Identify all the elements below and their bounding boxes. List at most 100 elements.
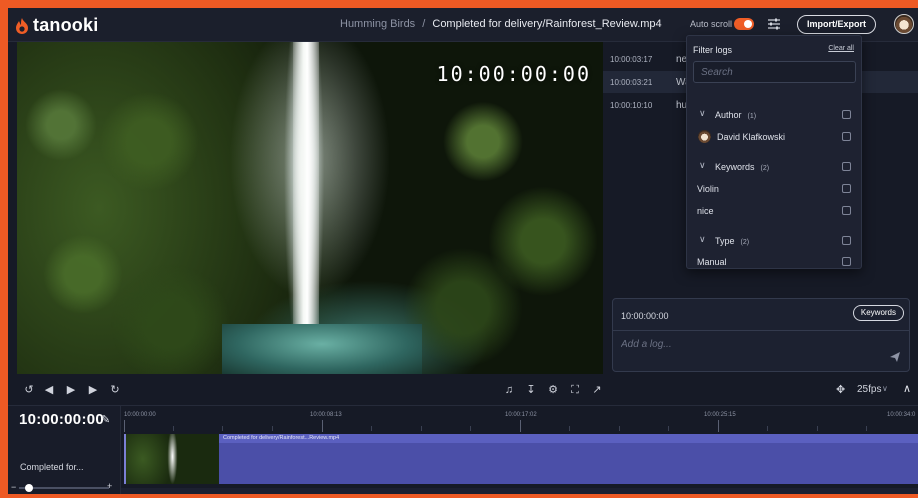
ruler-label: 10:00:17:02 <box>505 412 537 418</box>
checkbox[interactable] <box>842 257 851 266</box>
filter-item-label: David Klafkowski <box>717 132 786 142</box>
volume-icon[interactable]: ♫ <box>502 383 516 397</box>
timeline-clip[interactable]: Completed for delivery/Rainforest...Revi… <box>124 434 918 484</box>
clear-all-link[interactable]: Clear all <box>828 45 854 52</box>
ruler-tick <box>173 426 174 431</box>
checkbox[interactable] <box>842 184 851 193</box>
app-window: tanooki Humming Birds / Completed for de… <box>8 8 918 494</box>
group-count: (1) <box>747 113 757 120</box>
track-name: Completed for... <box>20 462 84 472</box>
log-input[interactable] <box>621 339 881 350</box>
timeline-ruler[interactable]: 10:00:00:00 10:00:08:13 10:00:17:02 10:0… <box>121 406 918 432</box>
filter-group-keywords[interactable]: ∨ Keywords (2) <box>687 157 863 177</box>
frame-split-icon[interactable]: ✥ <box>836 383 845 396</box>
filter-item-author[interactable]: David Klafkowski <box>687 127 863 147</box>
group-count: (2) <box>760 165 770 172</box>
send-icon[interactable] <box>889 351 901 363</box>
user-avatar[interactable] <box>894 14 914 34</box>
filter-item-label: nice <box>697 206 714 216</box>
filter-group-author[interactable]: ∨ Author (1) <box>687 105 863 125</box>
fps-select[interactable]: 25fps <box>857 384 881 395</box>
collapse-chevron-up-icon[interactable]: ∧ <box>903 382 911 395</box>
chevron-down-icon[interactable]: ∨ <box>882 384 888 393</box>
settings-gear-icon[interactable]: ⚙ <box>546 383 560 397</box>
filter-item-keyword[interactable]: nice <box>687 201 863 221</box>
breadcrumb-separator: / <box>422 18 426 30</box>
group-count: (2) <box>740 239 750 246</box>
timeline-scrollbar[interactable] <box>121 488 918 494</box>
ruler-tick <box>866 426 867 431</box>
checkbox[interactable] <box>842 110 851 119</box>
video-timecode-overlay: 10:00:00:00 <box>436 62 591 86</box>
log-time: 10:00:03:21 <box>610 78 653 87</box>
group-label: Author <box>715 110 742 120</box>
previous-frame-icon[interactable]: ◀ <box>42 383 56 397</box>
timeline-current-time[interactable]: 10:00:00:00 <box>19 411 104 428</box>
video-foliage-left <box>17 42 237 374</box>
next-frame-icon[interactable]: ▶ <box>86 383 100 397</box>
log-time: 10:00:03:17 <box>610 55 653 64</box>
breadcrumb-parent[interactable]: Humming Birds <box>340 18 415 30</box>
filter-item-keyword[interactable]: Violin <box>687 179 863 199</box>
breadcrumb: Humming Birds / Completed for delivery/R… <box>340 18 662 30</box>
ruler-tick <box>718 420 719 432</box>
pencil-edit-icon[interactable]: ✎ <box>101 413 110 426</box>
download-icon[interactable]: ↧ <box>524 383 538 397</box>
flame-logo-icon <box>16 17 28 34</box>
chevron-down-icon: ∨ <box>699 108 706 118</box>
filter-sliders-icon[interactable] <box>767 18 781 30</box>
ruler-label: 10:00:00:00 <box>124 412 156 418</box>
video-track: Completed for delivery/Rainforest...Revi… <box>121 432 918 486</box>
zoom-slider-knob[interactable] <box>25 484 33 492</box>
avatar <box>698 130 711 143</box>
filter-item-label: Manual <box>697 257 727 267</box>
ruler-label: 10:00:25:15 <box>704 412 736 418</box>
video-pool <box>222 324 422 374</box>
toggle-knob <box>744 20 752 28</box>
transport-bar: ↺ ◀ ▶ ▶ ↻ ♫ ↧ ⚙ ⛶ ↗ ✥ 25fps ∨ ∧ <box>8 374 918 406</box>
import-export-button[interactable]: Import/Export <box>797 15 876 34</box>
logo[interactable]: tanooki <box>14 15 98 36</box>
clip-name: Completed for delivery/Rainforest...Revi… <box>223 435 340 441</box>
timeline-header: 10:00:00:00 ✎ Completed for... − + <box>8 406 121 494</box>
ruler-tick <box>520 420 521 432</box>
checkbox[interactable] <box>842 162 851 171</box>
ruler-tick <box>272 426 273 431</box>
chevron-down-icon: ∨ <box>699 160 706 170</box>
composer-timecode[interactable]: 10:00:00:00 <box>621 311 669 321</box>
filter-group-type[interactable]: ∨ Type (2) <box>687 231 863 251</box>
ruler-tick <box>767 426 768 431</box>
fullscreen-icon[interactable]: ⛶ <box>568 383 582 397</box>
keywords-button[interactable]: Keywords <box>852 305 904 321</box>
ruler-tick <box>619 426 620 431</box>
filter-item-type[interactable]: Manual <box>687 252 863 272</box>
ruler-tick <box>470 426 471 431</box>
video-preview[interactable]: 10:00:00:00 <box>17 42 603 374</box>
autoscroll-label: Auto scroll <box>690 19 733 29</box>
video-waterfall <box>293 42 319 342</box>
zoom-out-icon[interactable]: − <box>11 482 16 492</box>
autoscroll-toggle[interactable] <box>734 18 754 30</box>
ruler-tick <box>222 426 223 431</box>
app-name: tanooki <box>33 15 99 35</box>
ruler-tick <box>421 426 422 431</box>
video-foliage-right <box>403 42 603 374</box>
checkbox[interactable] <box>842 132 851 141</box>
breadcrumb-current: Completed for delivery/Rainforest_Review… <box>432 18 662 30</box>
external-link-icon[interactable]: ↗ <box>590 383 604 397</box>
checkbox[interactable] <box>842 206 851 215</box>
composer-divider <box>613 330 909 331</box>
log-time: 10:00:10:10 <box>610 101 653 110</box>
play-icon[interactable]: ▶ <box>64 383 78 397</box>
chevron-down-icon: ∨ <box>699 234 706 244</box>
undo-icon[interactable]: ↺ <box>22 383 36 397</box>
ruler-tick <box>569 426 570 431</box>
zoom-in-icon[interactable]: + <box>107 481 112 491</box>
ruler-tick <box>322 420 323 432</box>
redo-icon[interactable]: ↻ <box>108 383 122 397</box>
filter-search-input[interactable] <box>693 61 856 83</box>
checkbox[interactable] <box>842 236 851 245</box>
group-label: Type <box>715 236 735 246</box>
filter-title: Filter logs <box>693 45 733 55</box>
ruler-label: 10:00:34:0 <box>887 412 916 418</box>
